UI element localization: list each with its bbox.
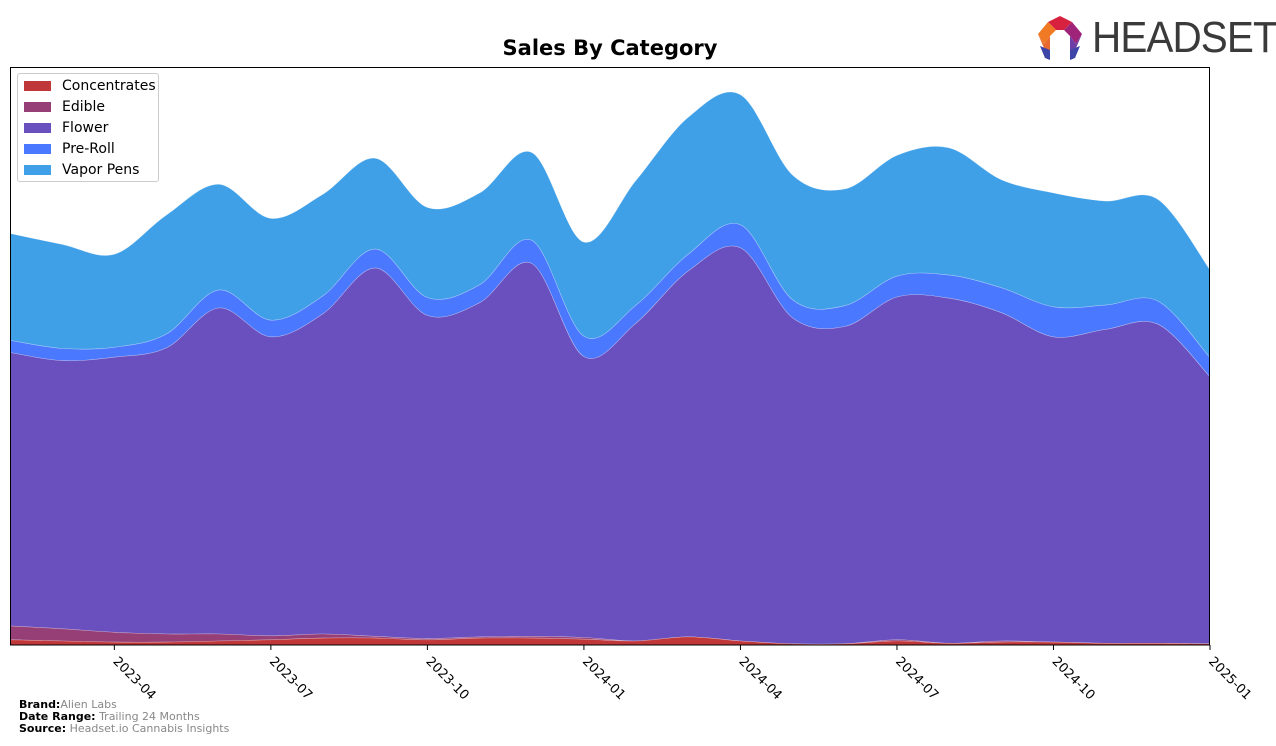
legend-swatch-vapor-pens <box>24 165 51 175</box>
legend: Concentrates Edible Flower Pre-Roll Vapo… <box>17 73 159 182</box>
legend-swatch-edible <box>24 102 51 112</box>
legend-item-pre-roll: Pre-Roll <box>24 139 115 159</box>
headset-logo-icon <box>1038 16 1082 60</box>
legend-swatch-concentrates <box>24 81 51 91</box>
area-layers <box>9 91 1211 646</box>
footer-info: Brand:Alien Labs Date Range: Trailing 24… <box>19 699 229 735</box>
x-tick-label: 2023-04 <box>110 654 159 703</box>
legend-swatch-flower <box>24 123 51 133</box>
legend-label: Pre-Roll <box>62 141 115 157</box>
legend-item-edible: Edible <box>24 97 105 117</box>
legend-item-concentrates: Concentrates <box>24 76 156 96</box>
source-value: Headset.io Cannabis Insights <box>69 722 230 735</box>
x-tick-label: 2023-10 <box>423 654 472 703</box>
legend-label: Concentrates <box>62 78 156 94</box>
legend-swatch-pre-roll <box>24 144 51 154</box>
x-axis: 2023-04 2023-07 2023-10 2024-01 2024-04 2024-… <box>110 645 1254 703</box>
x-tick-label: 2024-04 <box>736 654 785 703</box>
legend-label: Flower <box>62 120 109 136</box>
source-label: Source: <box>19 722 67 735</box>
legend-label: Edible <box>62 99 106 115</box>
x-tick-label: 2024-01 <box>579 654 628 703</box>
x-tick-label: 2024-10 <box>1049 654 1098 703</box>
chart: 2023-04 2023-07 2023-10 2024-01 2024-04 2024-… <box>9 67 1254 703</box>
headset-logo-text: HEADSET <box>1092 13 1276 62</box>
legend-label: Vapor Pens <box>62 162 140 178</box>
x-tick-label: 2025-01 <box>1205 654 1254 703</box>
x-tick-label: 2023-07 <box>266 654 315 703</box>
chart-title: Sales By Category <box>502 36 718 60</box>
x-tick-label: 2024-07 <box>892 654 941 703</box>
source-line: Source: Headset.io Cannabis Insights <box>19 723 229 735</box>
legend-item-vapor-pens: Vapor Pens <box>24 160 139 180</box>
headset-logo[interactable]: HEADSET <box>1036 14 1276 62</box>
legend-item-flower: Flower <box>24 118 108 138</box>
